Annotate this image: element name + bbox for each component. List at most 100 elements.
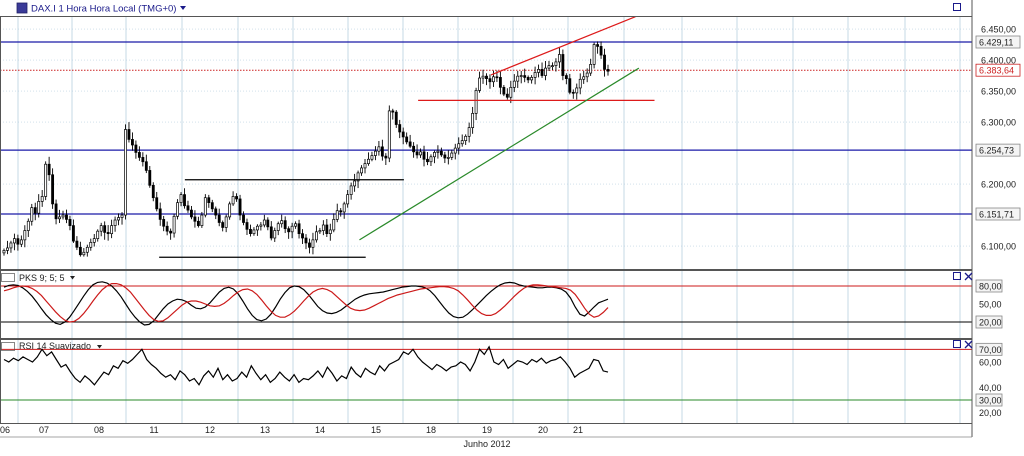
candle-body xyxy=(384,155,388,159)
candle-body xyxy=(283,220,287,230)
price-tick-label: 6.450,00 xyxy=(981,25,1016,35)
candle-body xyxy=(464,135,468,142)
candle-body xyxy=(19,239,23,245)
oscillator-tick-label: 30,00 xyxy=(979,396,1002,406)
candle-body xyxy=(276,223,280,231)
candle-body xyxy=(207,197,211,204)
candle-body xyxy=(176,202,179,217)
candle-body xyxy=(349,185,353,195)
candle-body xyxy=(252,229,256,235)
candle-body xyxy=(78,246,82,256)
candle-body xyxy=(280,220,284,225)
candle-body xyxy=(426,158,429,163)
price-tick-label: 6.100,00 xyxy=(981,242,1016,252)
x-tick-label: 15 xyxy=(371,425,381,435)
candle-body xyxy=(516,75,520,82)
candle-body xyxy=(113,219,117,226)
candle-body xyxy=(75,240,79,248)
candle-body xyxy=(210,202,214,210)
candle-body xyxy=(478,77,481,91)
candle-body xyxy=(65,214,68,220)
candle-body xyxy=(110,225,114,235)
candle-body xyxy=(16,238,20,245)
rsi-title: RSI 14 Suavizado xyxy=(19,341,91,351)
candle-body xyxy=(582,76,586,80)
candle-body xyxy=(509,86,513,98)
x-tick-label: 12 xyxy=(205,425,215,435)
candle-body xyxy=(61,214,65,218)
price-label: 6.151,71 xyxy=(979,210,1014,220)
x-tick-label: 14 xyxy=(315,425,325,435)
candle-body xyxy=(575,87,579,94)
candle-body xyxy=(137,152,141,158)
candle-body xyxy=(314,231,318,241)
chart-title: DAX.I 1 Hora Hora Local (TMG+0) xyxy=(31,4,176,15)
candle-body xyxy=(457,143,461,149)
candle-body xyxy=(103,225,107,233)
candle-body xyxy=(342,203,346,213)
candle-body xyxy=(158,208,162,220)
candle-body xyxy=(533,72,537,78)
candle-body xyxy=(585,72,589,78)
candle-body xyxy=(259,224,263,227)
candle-body xyxy=(23,230,27,241)
candle-body xyxy=(148,170,152,186)
candle-body xyxy=(40,196,44,202)
candle-body xyxy=(502,86,506,95)
candle-body xyxy=(308,242,311,248)
candle-body xyxy=(328,229,332,235)
candle-body xyxy=(169,230,173,234)
candle-body xyxy=(578,78,582,89)
candle-body xyxy=(44,163,48,197)
candle-body xyxy=(544,67,547,76)
candle-body xyxy=(370,155,374,160)
candle-body xyxy=(405,136,409,143)
pks-title: PKS 9; 5; 5 xyxy=(19,273,65,283)
candle-body xyxy=(85,246,89,253)
price-label: 6.383,64 xyxy=(979,66,1014,76)
candle-body xyxy=(68,219,72,226)
candle-body xyxy=(266,219,270,228)
candle-body xyxy=(172,215,176,234)
candle-body xyxy=(120,214,124,218)
candle-body xyxy=(408,141,412,147)
x-tick-label: 06 xyxy=(0,425,10,435)
candle-body xyxy=(453,147,457,154)
candle-body xyxy=(96,230,100,239)
candle-body xyxy=(339,210,343,213)
candle-body xyxy=(262,219,266,226)
price-tick-label: 6.200,00 xyxy=(981,180,1016,190)
candle-body xyxy=(394,111,398,125)
candle-body xyxy=(155,197,159,210)
candle-body xyxy=(419,151,422,156)
candle-body xyxy=(37,201,41,214)
candle-body xyxy=(422,151,426,160)
price-label: 6.254,73 xyxy=(979,146,1014,156)
candle-body xyxy=(387,110,391,159)
candle-body xyxy=(374,150,377,156)
x-tick-label: 19 xyxy=(482,425,492,435)
candle-body xyxy=(214,208,218,216)
candle-body xyxy=(467,127,471,137)
candle-body xyxy=(360,167,363,174)
candle-body xyxy=(33,207,37,214)
oscillator-tick-label: 80,00 xyxy=(979,282,1002,292)
candle-body xyxy=(433,152,436,158)
candle-body xyxy=(290,225,294,233)
candle-body xyxy=(245,222,249,230)
candle-body xyxy=(367,158,370,164)
candle-body xyxy=(498,77,502,88)
candle-body xyxy=(193,216,197,222)
oscillator-tick-label: 70,00 xyxy=(979,345,1002,355)
candle-body xyxy=(54,203,58,220)
candle-body xyxy=(127,129,131,140)
candle-body xyxy=(311,239,315,248)
chart-background xyxy=(0,0,1024,451)
candle-body xyxy=(363,163,367,169)
oscillator-tick-label: 40,00 xyxy=(979,383,1002,393)
candle-body xyxy=(131,139,134,146)
candle-body xyxy=(217,214,221,223)
candle-body xyxy=(557,54,561,63)
candle-body xyxy=(190,209,193,218)
candle-body xyxy=(380,146,384,157)
